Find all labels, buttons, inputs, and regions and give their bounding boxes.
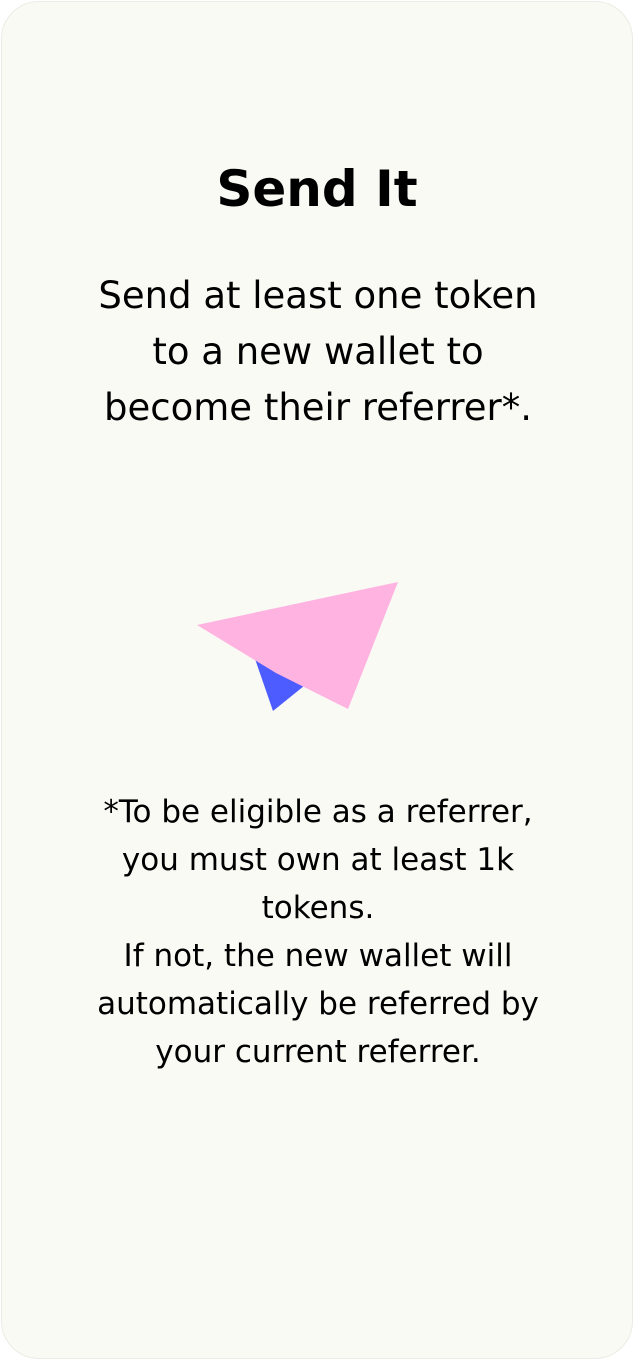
card-description: Send at least one token to a new wallet … bbox=[98, 274, 538, 429]
send-it-card: Send It Send at least one token to a new… bbox=[1, 1, 633, 1359]
card-title: Send It bbox=[216, 160, 418, 218]
eligibility-note: *To be eligible as a referrer, you must … bbox=[94, 788, 542, 1076]
paper-plane-icon bbox=[197, 582, 398, 711]
eligibility-requirement: *To be eligible as a referrer, you must … bbox=[103, 794, 533, 926]
fallback-referral-info: If not, the new wallet will automaticall… bbox=[97, 938, 539, 1070]
